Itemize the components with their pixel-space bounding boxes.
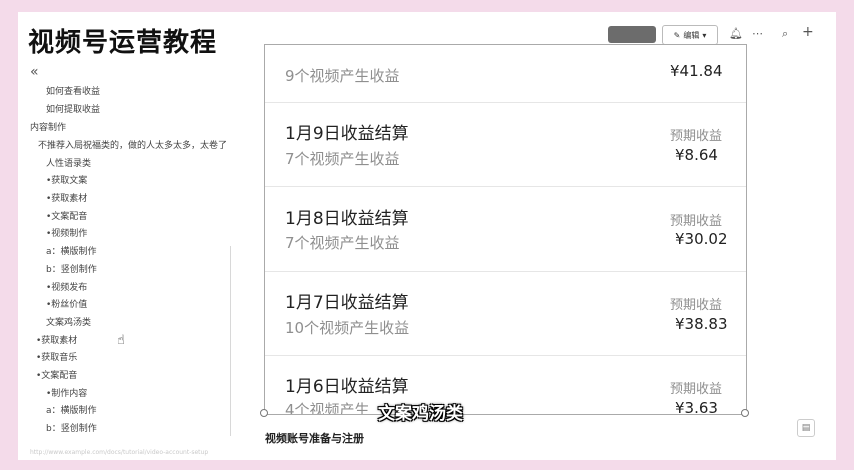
chevron-down-icon: ▾ <box>702 30 707 40</box>
earnings-amount: ¥30.02 <box>675 230 728 248</box>
collapse-sidebar-icon[interactable]: « <box>30 64 39 80</box>
toc-item[interactable]: •视频发布 <box>46 280 87 293</box>
toc-item[interactable]: 文案鸡汤类 <box>46 315 91 328</box>
earnings-subtitle: 7个视频产生收益 <box>285 234 400 252</box>
toc-item[interactable]: 如何提取收益 <box>46 102 100 115</box>
toc-item[interactable]: •制作内容 <box>46 386 87 399</box>
earnings-title: 1月6日收益结算 <box>285 377 409 397</box>
row-divider <box>265 186 746 187</box>
earnings-amount: ¥8.64 <box>675 146 718 164</box>
video-caption: 文案鸡汤类 <box>378 404 463 424</box>
edit-label: 编辑 <box>683 30 700 40</box>
toc-item[interactable]: •文案配音 <box>46 209 87 222</box>
earnings-label: 预期收益 <box>670 382 723 397</box>
toc-item[interactable]: 人性语录类 <box>46 156 91 169</box>
comment-icon[interactable]: ▤ <box>797 419 815 437</box>
toc-item[interactable]: a：横版制作 <box>46 244 97 257</box>
pencil-icon: ✎ <box>673 30 681 40</box>
row-divider <box>265 271 746 272</box>
earnings-subtitle: 9个视频产生收益 <box>285 67 400 85</box>
more-icon[interactable]: ⋯ <box>752 27 763 40</box>
earnings-image[interactable]: 9个视频产生收益 ¥41.84 1月9日收益结算 7个视频产生收益 预期收益 ¥… <box>264 44 747 415</box>
resize-handle[interactable] <box>260 409 268 417</box>
earnings-label: 预期收益 <box>670 129 723 144</box>
earnings-subtitle: 4个视频产生 <box>285 401 370 415</box>
earnings-subtitle: 7个视频产生收益 <box>285 150 400 168</box>
toc-item[interactable]: b：竖创制作 <box>46 262 97 275</box>
plus-icon[interactable]: + <box>802 24 814 40</box>
bell-icon[interactable]: 🔔︎ <box>729 27 743 40</box>
row-divider <box>265 355 746 356</box>
toc-item[interactable]: •文案配音 <box>36 368 77 381</box>
earnings-title: 1月7日收益结算 <box>285 293 409 313</box>
overlay-title: 视频号运营教程 <box>28 28 218 58</box>
earnings-title: 1月9日收益结算 <box>285 124 409 144</box>
toc-item[interactable]: b：竖创制作 <box>46 421 97 434</box>
edit-button[interactable]: ✎ 编辑 ▾ <box>662 25 718 45</box>
toc-item[interactable]: •视频制作 <box>46 226 87 239</box>
search-icon[interactable]: ⌕ <box>782 27 788 41</box>
resize-handle[interactable] <box>741 409 749 417</box>
toc-item[interactable]: 内容制作 <box>30 120 66 133</box>
row-divider <box>265 102 746 103</box>
share-button[interactable] <box>608 26 656 43</box>
hand-cursor-icon: ☝ <box>117 333 125 348</box>
earnings-amount: ¥41.84 <box>670 62 723 80</box>
toc-item[interactable]: 不推荐入局祝福类的，做的人太多太多，太卷了 <box>38 138 227 151</box>
earnings-amount: ¥38.83 <box>675 315 728 333</box>
toc-item[interactable]: •获取文案 <box>46 173 87 186</box>
toc-item[interactable]: 如何查看收益 <box>46 84 100 97</box>
earnings-subtitle: 10个视频产生收益 <box>285 319 410 337</box>
toc-item[interactable]: •获取音乐 <box>36 350 77 363</box>
earnings-label: 预期收益 <box>670 298 723 313</box>
earnings-amount: ¥3.63 <box>675 399 718 415</box>
status-url: http://www.example.com/docs/tutorial/vid… <box>30 449 209 456</box>
section-heading: 视频账号准备与注册 <box>265 432 364 445</box>
toc-item[interactable]: •获取素材 <box>36 333 77 346</box>
earnings-label: 预期收益 <box>670 214 723 229</box>
sidebar-divider <box>230 246 231 436</box>
toc-item[interactable]: •粉丝价值 <box>46 297 87 310</box>
toc-item[interactable]: a：横版制作 <box>46 403 97 416</box>
toc-item[interactable]: •获取素材 <box>46 191 87 204</box>
earnings-title: 1月8日收益结算 <box>285 209 409 229</box>
